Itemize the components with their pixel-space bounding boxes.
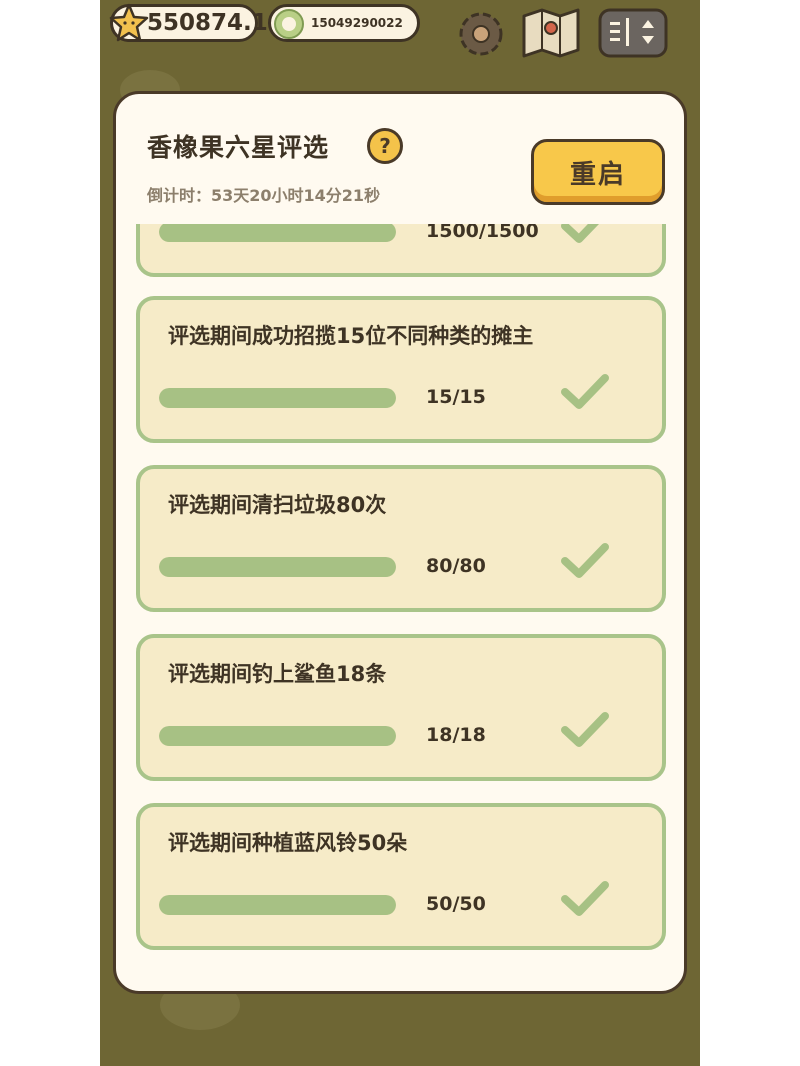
progress-bar [159, 726, 396, 746]
progress-bar [159, 895, 396, 915]
progress-text: 18/18 [426, 724, 486, 746]
stars-value: 550874.1 [147, 10, 268, 36]
coins-counter: 15049290022 [268, 4, 420, 42]
task-card: 1500/1500 [136, 224, 666, 277]
check-icon [561, 712, 609, 747]
menu-toggle-button[interactable] [596, 4, 670, 60]
stars-counter: 550874.1 [109, 3, 268, 42]
check-icon [561, 224, 599, 243]
countdown-text: 倒计时：53天20小时14分21秒 [147, 186, 381, 205]
settings-button[interactable] [452, 4, 510, 60]
task-title: 评选期间种植蓝风铃50朵 [168, 831, 408, 855]
progress-text: 15/15 [426, 386, 486, 408]
progress-bar [159, 224, 396, 242]
progress-fill [159, 388, 396, 408]
coin-icon [274, 9, 304, 39]
map-icon [522, 8, 580, 58]
task-card: 评选期间钓上鲨鱼18条 18/18 [136, 634, 666, 781]
progress-fill [159, 557, 396, 577]
progress-fill [159, 224, 396, 242]
task-card: 评选期间种植蓝风铃50朵 50/50 [136, 803, 666, 950]
task-title: 评选期间钓上鲨鱼18条 [168, 662, 387, 686]
check-icon [561, 374, 609, 409]
progress-bar [159, 557, 396, 577]
help-icon[interactable]: ? [367, 128, 403, 164]
check-icon [561, 543, 609, 578]
gear-icon [459, 12, 503, 56]
map-button[interactable] [518, 4, 584, 60]
coins-value: 15049290022 [311, 16, 403, 30]
progress-bar [159, 388, 396, 408]
progress-text: 1500/1500 [426, 224, 539, 242]
progress-fill [159, 895, 396, 915]
star-icon [109, 3, 149, 42]
task-list[interactable]: 1500/1500 评选期间成功招揽15位不同种类的摊主 15/15 评选期间清… [116, 224, 684, 991]
task-card: 评选期间清扫垃圾80次 80/80 [136, 465, 666, 612]
restart-button[interactable]: 重启 [531, 139, 665, 205]
progress-text: 80/80 [426, 555, 486, 577]
progress-text: 50/50 [426, 893, 486, 915]
rating-dialog: 香橡果六星评选 ? 倒计时：53天20小时14分21秒 重启 1500/1500… [113, 91, 687, 994]
task-title: 评选期间清扫垃圾80次 [168, 493, 387, 517]
task-card: 评选期间成功招揽15位不同种类的摊主 15/15 [136, 296, 666, 443]
progress-fill [159, 726, 396, 746]
dialog-title: 香橡果六星评选 [147, 133, 330, 162]
task-title: 评选期间成功招揽15位不同种类的摊主 [168, 324, 534, 348]
check-icon [561, 881, 609, 916]
menu-toggle-icon [598, 8, 668, 58]
